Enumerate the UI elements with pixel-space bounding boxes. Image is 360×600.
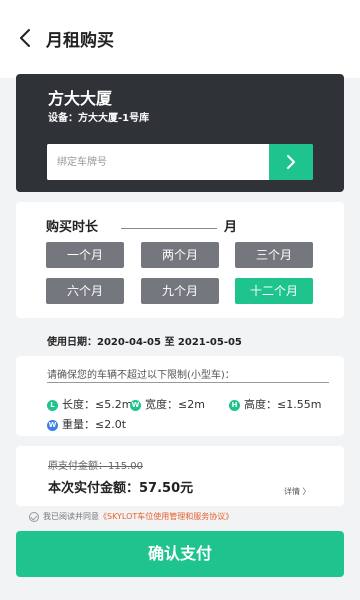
parking-info-card: 方大大厦 设备：方大大厦-1号库 — [16, 74, 344, 192]
building-name: 方大大厦 — [48, 89, 113, 108]
width-icon: W — [130, 399, 141, 411]
device-label: 设备：方大大厦-1号库 — [48, 113, 150, 124]
vehicle-limits-card: 请确保您的车辆不超过以下限制(小型车)： L 长度：≤5.2m W 宽度：≤2m H… — [16, 356, 344, 436]
duration-option-12[interactable]: 十二个月 — [235, 278, 313, 304]
limits-title: 请确保您的车辆不超过以下限制(小型车)： — [47, 370, 235, 381]
chevron-right-icon — [287, 155, 295, 169]
plate-number-input[interactable] — [47, 144, 269, 180]
duration-option-6[interactable]: 六个月 — [46, 278, 124, 304]
details-link[interactable]: 详情 〉 — [284, 486, 311, 497]
duration-label: 购买时长 — [46, 220, 99, 235]
payment-card: 原支付金额：115.00 本次实付金额：57.50元 详情 〉 — [16, 446, 344, 506]
limit-weight-text: 重量：≤2.0t — [62, 418, 127, 431]
duration-value-line — [121, 228, 217, 229]
limit-width-text: 宽度：≤2m — [145, 398, 205, 411]
limits-divider — [47, 382, 329, 383]
limit-length: L 长度：≤5.2m — [47, 396, 132, 412]
actual-amount: 本次实付金额：57.50元 — [48, 481, 194, 496]
weight-icon: W — [47, 419, 58, 431]
back-arrow-icon[interactable] — [16, 27, 36, 49]
agreement-link[interactable]: 《SKYLOT车位使用管理和服务协议》 — [99, 512, 233, 521]
duration-option-1[interactable]: 一个月 — [46, 242, 124, 268]
limit-weight: W 重量：≤2.0t — [47, 416, 126, 432]
height-icon: H — [229, 399, 240, 411]
agreement-checkbox[interactable] — [29, 511, 39, 522]
plate-input-group — [47, 144, 313, 180]
length-icon: L — [47, 399, 58, 411]
duration-option-3[interactable]: 三个月 — [235, 242, 313, 268]
header-bar: 月租购买 — [0, 0, 360, 78]
limit-height: H 高度：≤1.55m — [229, 396, 321, 412]
original-amount: 原支付金额：115.00 — [48, 461, 143, 472]
agreement-row: 我已阅读并同意《SKYLOT车位使用管理和服务协议》 — [29, 511, 233, 525]
duration-option-2[interactable]: 两个月 — [141, 242, 219, 268]
plate-submit-button[interactable] — [269, 144, 313, 180]
confirm-pay-button[interactable]: 确认支付 — [16, 531, 344, 577]
agreement-prefix: 我已阅读并同意 — [43, 512, 99, 521]
duration-unit: 月 — [224, 220, 238, 235]
page-title: 月租购买 — [46, 31, 114, 51]
duration-card: 购买时长 月 一个月 两个月 三个月 六个月 九个月 十二个月 — [16, 202, 344, 318]
limit-width: W 宽度：≤2m — [130, 396, 205, 412]
limit-length-text: 长度：≤5.2m — [62, 398, 133, 411]
limit-height-text: 高度：≤1.55m — [244, 398, 322, 411]
duration-option-9[interactable]: 九个月 — [141, 278, 219, 304]
usage-date: 使用日期：2020-04-05 至 2021-05-05 — [47, 337, 242, 348]
